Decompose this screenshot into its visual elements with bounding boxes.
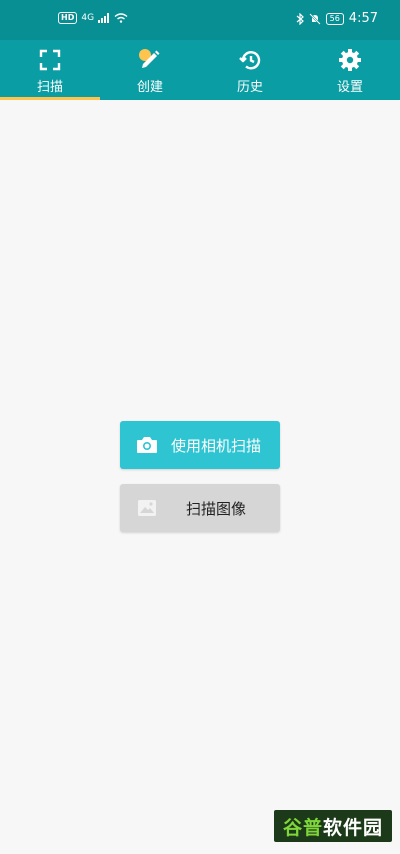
status-right: 56 4:57 bbox=[296, 11, 378, 26]
mute-bell-icon bbox=[308, 12, 321, 25]
camera-icon bbox=[136, 434, 158, 456]
status-left: HD 4G bbox=[58, 12, 128, 24]
tab-scan-label: 扫描 bbox=[36, 80, 63, 95]
tab-bar: 扫描 创建 历史 设置 bbox=[0, 40, 400, 100]
status-time: 4:57 bbox=[348, 11, 378, 26]
tab-history[interactable]: 历史 bbox=[200, 40, 300, 100]
watermark-part2: 软件园 bbox=[323, 816, 384, 839]
scan-image-label: 扫描图像 bbox=[185, 499, 246, 518]
scan-with-camera-button[interactable]: 使用相机扫描 bbox=[120, 421, 280, 469]
signal-icon bbox=[98, 13, 110, 23]
tab-settings-label: 设置 bbox=[336, 80, 363, 95]
network-label: 4G bbox=[81, 13, 95, 23]
site-watermark: 谷普 软件园 bbox=[274, 810, 392, 842]
scan-frame-icon bbox=[38, 48, 62, 72]
wifi-icon bbox=[114, 13, 128, 23]
hd-badge: HD bbox=[58, 12, 78, 24]
tab-history-label: 历史 bbox=[236, 80, 263, 95]
tab-settings[interactable]: 设置 bbox=[300, 40, 400, 100]
scan-image-button[interactable]: 扫描图像 bbox=[120, 484, 280, 532]
pencil-icon bbox=[138, 48, 162, 72]
battery-indicator: 56 bbox=[325, 12, 344, 25]
tab-create[interactable]: 创建 bbox=[100, 40, 200, 100]
scan-with-camera-label: 使用相机扫描 bbox=[170, 436, 261, 455]
watermark-part1: 谷普 bbox=[282, 816, 323, 839]
bluetooth-icon bbox=[296, 12, 304, 25]
image-icon bbox=[136, 497, 158, 519]
status-bar: HD 4G 56 4:57 bbox=[0, 0, 400, 40]
gear-icon bbox=[338, 48, 362, 72]
tab-create-label: 创建 bbox=[136, 80, 163, 95]
history-icon bbox=[238, 48, 262, 72]
tab-scan[interactable]: 扫描 bbox=[0, 40, 100, 100]
